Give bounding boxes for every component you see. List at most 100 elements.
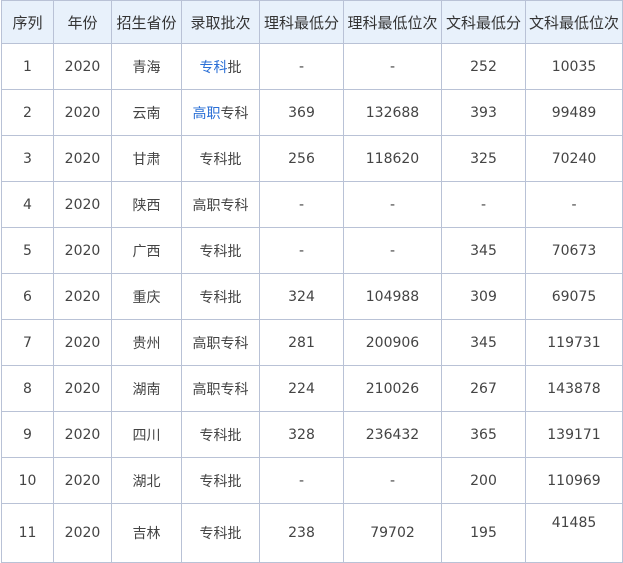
cell-province: 广西 <box>111 227 182 274</box>
cell-sci-rank: - <box>343 457 442 504</box>
table-row: 3 2020 甘肃 专科批 256 118620 325 70240 <box>1 135 623 182</box>
header-arts-rank: 文科最低位次 <box>525 0 623 44</box>
header-arts-score: 文科最低分 <box>441 0 526 44</box>
cell-sci-score: 369 <box>259 89 344 136</box>
cell-sci-score: 224 <box>259 365 344 412</box>
batch-suffix: 专科 <box>220 105 249 122</box>
cell-batch: 专科批 <box>181 503 260 563</box>
cell-year: 2020 <box>53 411 112 458</box>
cell-sci-score: 324 <box>259 273 344 320</box>
cell-arts-rank: 41485 <box>525 503 623 563</box>
cell-province: 云南 <box>111 89 182 136</box>
cell-province: 甘肃 <box>111 135 182 182</box>
cell-seq: 7 <box>1 319 54 366</box>
cell-arts-score: 393 <box>441 89 526 136</box>
cell-sci-score: 256 <box>259 135 344 182</box>
table-row: 6 2020 重庆 专科批 324 104988 309 69075 <box>1 273 623 320</box>
cell-batch: 高职专科 <box>181 181 260 228</box>
header-province: 招生省份 <box>111 0 182 44</box>
cell-seq: 4 <box>1 181 54 228</box>
cell-seq: 8 <box>1 365 54 412</box>
cell-batch: 专科批 <box>181 457 260 504</box>
cell-arts-rank: 70240 <box>525 135 623 182</box>
header-sci-score: 理科最低分 <box>259 0 344 44</box>
cell-province: 重庆 <box>111 273 182 320</box>
cell-sci-score: - <box>259 457 344 504</box>
cell-sci-rank: 210026 <box>343 365 442 412</box>
table-row: 9 2020 四川 专科批 328 236432 365 139171 <box>1 411 623 458</box>
cell-batch: 高职专科 <box>181 89 260 136</box>
arts-rank-value: 41485 <box>551 515 597 531</box>
cell-sci-score: 238 <box>259 503 344 563</box>
cell-arts-rank: 139171 <box>525 411 623 458</box>
table-row: 4 2020 陕西 高职专科 - - - - <box>1 181 623 228</box>
cell-province: 陕西 <box>111 181 182 228</box>
cell-province: 贵州 <box>111 319 182 366</box>
cell-arts-rank: 10035 <box>525 43 623 90</box>
cell-sci-score: - <box>259 227 344 274</box>
cell-year: 2020 <box>53 457 112 504</box>
cell-year: 2020 <box>53 89 112 136</box>
cell-arts-score: 252 <box>441 43 526 90</box>
cell-sci-rank: 236432 <box>343 411 442 458</box>
cell-batch: 高职专科 <box>181 365 260 412</box>
cell-seq: 11 <box>1 503 54 563</box>
cell-sci-rank: - <box>343 43 442 90</box>
cell-arts-score: 309 <box>441 273 526 320</box>
cell-batch: 专科批 <box>181 273 260 320</box>
cell-province: 湖北 <box>111 457 182 504</box>
cell-province: 青海 <box>111 43 182 90</box>
cell-sci-rank: 104988 <box>343 273 442 320</box>
cell-seq: 1 <box>1 43 54 90</box>
cell-arts-score: 325 <box>441 135 526 182</box>
cell-seq: 5 <box>1 227 54 274</box>
cell-seq: 6 <box>1 273 54 320</box>
cell-arts-rank: 119731 <box>525 319 623 366</box>
batch-link[interactable]: 高职 <box>193 106 221 122</box>
cell-province: 湖南 <box>111 365 182 412</box>
cell-arts-rank: 143878 <box>525 365 623 412</box>
table-row: 1 2020 青海 专科批 - - 252 10035 <box>1 43 623 90</box>
table-row: 11 2020 吉林 专科批 238 79702 195 41485 <box>1 503 623 563</box>
cell-year: 2020 <box>53 273 112 320</box>
table-row: 8 2020 湖南 高职专科 224 210026 267 143878 <box>1 365 623 412</box>
cell-sci-rank: - <box>343 227 442 274</box>
cell-sci-score: 328 <box>259 411 344 458</box>
cell-seq: 10 <box>1 457 54 504</box>
cell-batch: 专科批 <box>181 227 260 274</box>
cell-year: 2020 <box>53 365 112 412</box>
cell-arts-rank: 70673 <box>525 227 623 274</box>
cell-batch: 专科批 <box>181 43 260 90</box>
table-row: 10 2020 湖北 专科批 - - 200 110969 <box>1 457 623 504</box>
cell-arts-rank: 69075 <box>525 273 623 320</box>
cell-sci-score: 281 <box>259 319 344 366</box>
cell-sci-rank: 132688 <box>343 89 442 136</box>
cell-arts-score: 345 <box>441 319 526 366</box>
header-seq: 序列 <box>1 0 54 44</box>
cell-year: 2020 <box>53 227 112 274</box>
cell-province: 吉林 <box>111 503 182 563</box>
cell-batch: 专科批 <box>181 411 260 458</box>
cell-batch: 高职专科 <box>181 319 260 366</box>
cell-seq: 2 <box>1 89 54 136</box>
header-sci-rank: 理科最低位次 <box>343 0 442 44</box>
header-batch: 录取批次 <box>181 0 260 44</box>
cell-arts-rank: 110969 <box>525 457 623 504</box>
table-row: 7 2020 贵州 高职专科 281 200906 345 119731 <box>1 319 623 366</box>
table-row: 2 2020 云南 高职专科 369 132688 393 99489 <box>1 89 623 136</box>
cell-arts-score: 195 <box>441 503 526 563</box>
cell-arts-rank: - <box>525 181 623 228</box>
cell-year: 2020 <box>53 181 112 228</box>
cell-arts-rank: 99489 <box>525 89 623 136</box>
cell-sci-rank: - <box>343 181 442 228</box>
table-row: 5 2020 广西 专科批 - - 345 70673 <box>1 227 623 274</box>
cell-sci-score: - <box>259 43 344 90</box>
cell-province: 四川 <box>111 411 182 458</box>
cell-year: 2020 <box>53 319 112 366</box>
cell-year: 2020 <box>53 43 112 90</box>
cell-batch: 专科批 <box>181 135 260 182</box>
cell-arts-score: 267 <box>441 365 526 412</box>
batch-link[interactable]: 专科 <box>200 60 228 76</box>
cell-arts-score: - <box>441 181 526 228</box>
cell-arts-score: 200 <box>441 457 526 504</box>
